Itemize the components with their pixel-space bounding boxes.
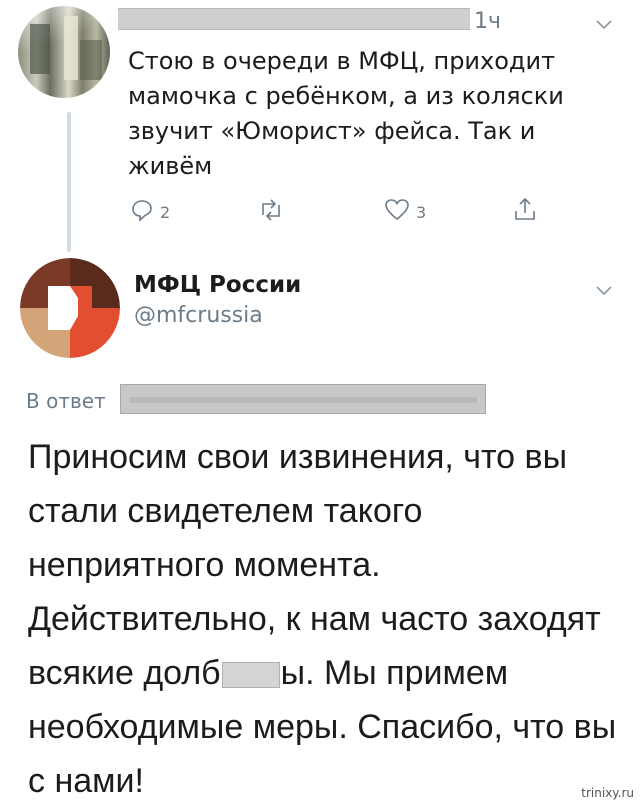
watermark: trinixy.ru: [581, 786, 634, 800]
thread-connector-line: [67, 112, 71, 252]
avatar[interactable]: [18, 6, 110, 98]
reply-to-label: В ответ: [26, 389, 106, 413]
tweet-timestamp: 1ч: [474, 9, 501, 34]
user-handle[interactable]: @mfcrussia: [134, 303, 263, 328]
share-button[interactable]: [512, 196, 538, 226]
heart-icon: [384, 198, 410, 226]
reply-button[interactable]: 2: [130, 198, 170, 226]
display-name[interactable]: МФЦ России: [134, 272, 301, 298]
mfc-logo-avatar[interactable]: [20, 258, 120, 358]
like-button[interactable]: 3: [384, 198, 426, 226]
redacted-username: [118, 8, 470, 30]
chevron-down-icon[interactable]: [596, 286, 612, 300]
share-icon: [512, 196, 538, 226]
retweet-icon: [258, 198, 284, 226]
censor-block: [221, 662, 280, 689]
retweet-button[interactable]: [258, 198, 284, 226]
redacted-reply-target: [120, 384, 486, 414]
like-count: 3: [416, 202, 427, 222]
reply-icon: [130, 198, 154, 226]
reply-count: 2: [160, 202, 171, 222]
tweet-text: Стою в очереди в МФЦ, приходит мамочка с…: [128, 47, 564, 180]
chevron-down-icon[interactable]: [596, 20, 612, 34]
tweet-text: Приносим свои извинения, что вы стали св…: [28, 430, 628, 808]
